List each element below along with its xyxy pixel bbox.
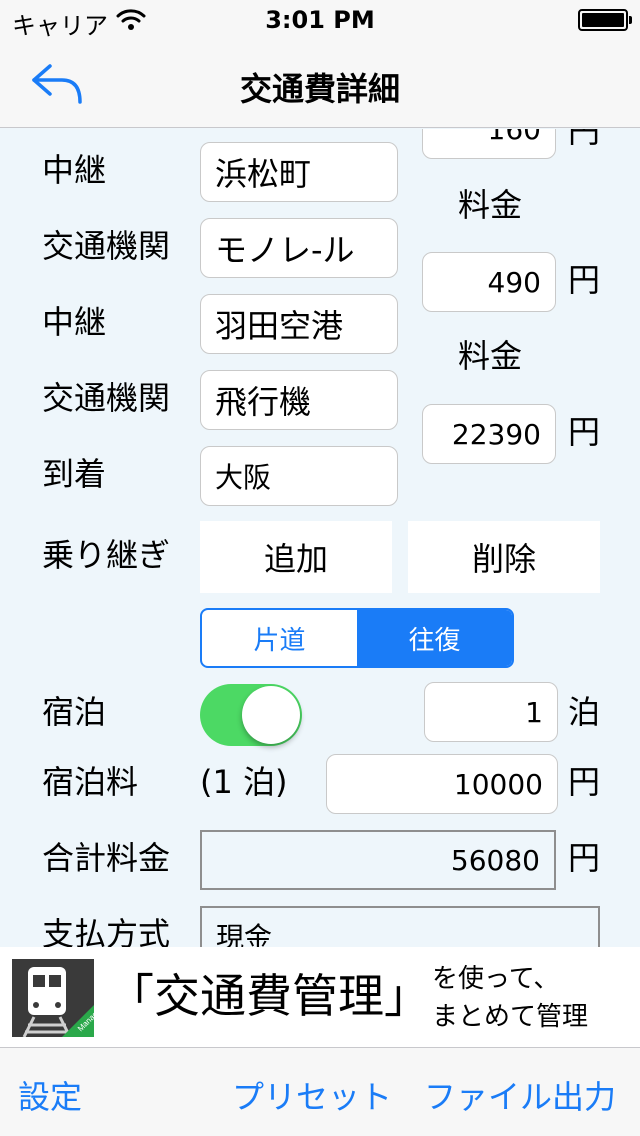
transport-field-1[interactable]: モノレ-ル <box>200 218 398 278</box>
transport-label: 交通機関 <box>42 227 171 265</box>
status-bar: キャリア 3:01 PM <box>0 0 640 40</box>
per-night-label: (1 泊) <box>200 763 288 801</box>
total-field: 56080 <box>200 830 556 890</box>
toggle-knob <box>242 686 300 744</box>
detail-form[interactable]: 160 円 中継 浜松町 料金 交通機関 モノレ-ル 490 円 中継 羽田空港… <box>0 129 640 947</box>
trip-type-segment[interactable]: 片道 往復 <box>200 608 514 668</box>
banner-app-name: 「交通費管理」 <box>108 969 430 1023</box>
relay-value: 羽田空港 <box>215 307 344 345</box>
bottom-toolbar: 設定 プリセット ファイル出力 <box>0 1047 640 1136</box>
transport-value: モノレ-ル <box>215 231 355 269</box>
lodging-fee-label: 宿泊料 <box>42 763 139 801</box>
relay-field-2[interactable]: 羽田空港 <box>200 294 398 354</box>
status-time: 3:01 PM <box>265 6 375 34</box>
fare-label: 料金 <box>458 337 523 375</box>
segment-round-trip[interactable]: 往復 <box>357 610 512 666</box>
yen-unit: 円 <box>568 129 601 150</box>
transfer-label: 乗り継ぎ <box>42 536 171 574</box>
transport-value: 飛行機 <box>215 383 312 421</box>
yen-unit: 円 <box>568 261 601 299</box>
banner-text-line1: を使って、 <box>432 964 560 994</box>
yen-unit: 円 <box>568 413 601 451</box>
navigation-bar: 交通費詳細 <box>0 40 640 128</box>
file-export-button[interactable]: ファイル出力 <box>424 1072 616 1118</box>
transport-field-2[interactable]: 飛行機 <box>200 370 398 430</box>
yen-unit: 円 <box>568 763 601 801</box>
arrival-label: 到着 <box>42 455 107 493</box>
nights-field[interactable]: 1 <box>424 682 558 742</box>
night-unit: 泊 <box>568 693 601 731</box>
fare-partial-value: 160 <box>487 129 541 146</box>
add-button[interactable]: 追加 <box>200 521 392 593</box>
payment-field[interactable]: 現金 <box>200 906 600 947</box>
banner-text-line2: まとめて管理 <box>432 1002 589 1032</box>
relay-label: 中継 <box>42 303 107 341</box>
relay-field-1[interactable]: 浜松町 <box>200 142 398 202</box>
payment-label: 支払方式 <box>42 915 171 947</box>
payment-value: 現金 <box>216 921 273 947</box>
total-label: 合計料金 <box>42 839 171 877</box>
fare-field-1[interactable]: 490 <box>422 252 556 312</box>
ad-banner[interactable]: Manage 「交通費管理」 を使って、 まとめて管理 <box>0 947 640 1047</box>
total-value: 56080 <box>450 843 540 877</box>
lodging-fee-value: 10000 <box>453 767 543 801</box>
lodging-label: 宿泊 <box>42 693 107 731</box>
relay-label: 中継 <box>42 151 107 189</box>
settings-button[interactable]: 設定 <box>18 1072 82 1118</box>
segment-one-way[interactable]: 片道 <box>202 610 357 666</box>
nights-value: 1 <box>525 695 543 729</box>
preset-button[interactable]: プリセット <box>232 1072 392 1118</box>
fare-value: 22390 <box>451 417 541 451</box>
battery-icon <box>578 9 632 31</box>
train-app-icon: Manage <box>12 959 94 1037</box>
delete-button[interactable]: 削除 <box>408 521 600 593</box>
relay-value: 浜松町 <box>215 155 312 193</box>
fare-field-partial[interactable]: 160 <box>422 129 556 159</box>
fare-label: 料金 <box>458 186 523 224</box>
fare-field-2[interactable]: 22390 <box>422 404 556 464</box>
lodging-fee-field[interactable]: 10000 <box>326 754 558 814</box>
arrival-field[interactable]: 大阪 <box>200 446 398 506</box>
lodging-toggle[interactable] <box>200 684 302 746</box>
fare-value: 490 <box>487 265 541 299</box>
arrival-value: 大阪 <box>215 461 272 494</box>
yen-unit: 円 <box>568 839 601 877</box>
page-title: 交通費詳細 <box>239 70 400 108</box>
transport-label: 交通機関 <box>42 379 171 417</box>
